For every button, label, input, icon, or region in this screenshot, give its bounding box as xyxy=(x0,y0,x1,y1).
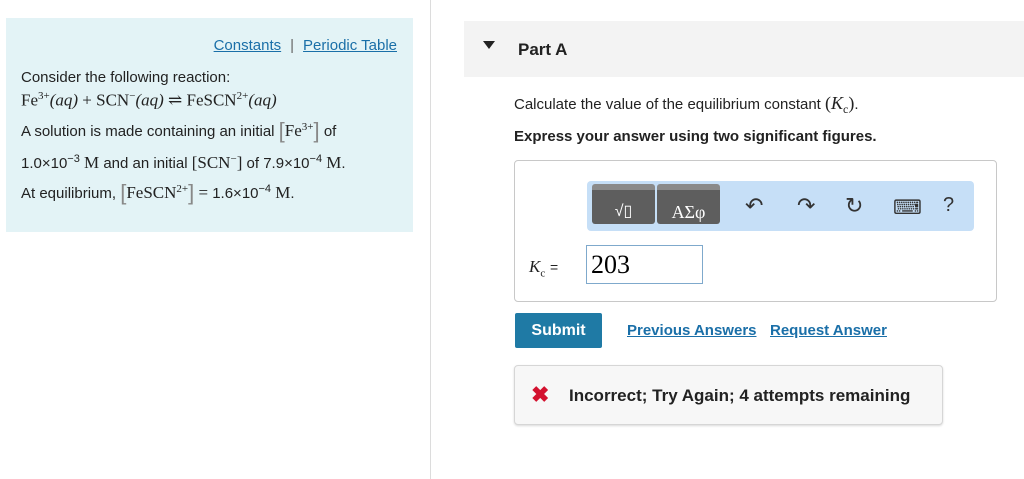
feedback-box: ✖ Incorrect; Try Again; 4 attempts remai… xyxy=(514,365,943,425)
unit-m: M xyxy=(275,183,291,202)
constants-link[interactable]: Constants xyxy=(214,37,282,54)
product-fescn: FeSCN xyxy=(186,90,237,110)
answer-box: √▯ ΑΣφ ↶ ↷ ↻ ⌨ ? Kc = xyxy=(514,160,997,302)
reactant-fe: Fe xyxy=(21,90,38,110)
bracket-close: ] xyxy=(236,153,243,172)
collapse-triangle-icon[interactable] xyxy=(483,41,495,49)
part-header[interactable]: Part A xyxy=(464,21,1024,77)
equilibrium-arrow: ⇌ xyxy=(168,90,183,110)
equals-sign: = xyxy=(198,183,209,202)
fe-species: Fe xyxy=(284,121,302,140)
greek-symbols-button[interactable]: ΑΣφ xyxy=(657,184,720,224)
fescn-species: FeSCN xyxy=(126,183,177,202)
plus-sign: + xyxy=(82,90,92,110)
fe-initial-exp: −3 xyxy=(67,153,80,165)
phase-aq: (aq) xyxy=(49,90,79,110)
incorrect-icon: ✖ xyxy=(531,382,550,407)
undo-icon[interactable]: ↶ xyxy=(745,193,763,219)
answer-input[interactable] xyxy=(586,245,703,284)
fe-charge: 3+ xyxy=(301,121,314,133)
line3-text: At equilibrium, xyxy=(21,185,117,202)
redo-icon[interactable]: ↷ xyxy=(797,193,815,219)
question-text: Calculate the value of the equilibrium c… xyxy=(514,93,859,117)
scn-species: SCN xyxy=(197,153,231,172)
bracket-close: ] xyxy=(313,118,320,143)
part-title: Part A xyxy=(518,40,568,59)
fe-initial-value: 1.0×10 xyxy=(21,155,68,172)
product-charge: 2+ xyxy=(236,90,249,102)
period: . xyxy=(290,185,295,202)
bracket-close: ] xyxy=(188,180,195,205)
kc-subscript: c xyxy=(540,267,546,280)
period: . xyxy=(341,155,346,172)
resources-links: Constants | Periodic Table xyxy=(214,37,397,54)
problem-panel: Constants | Periodic Table Consider the fo… xyxy=(6,18,413,232)
kc-symbol: K xyxy=(831,93,844,113)
problem-intro: Consider the following reaction: xyxy=(21,69,231,86)
keyboard-icon[interactable]: ⌨ xyxy=(893,195,922,220)
line1-of: of xyxy=(323,123,337,140)
templates-button[interactable]: √▯ xyxy=(592,184,655,224)
instruction-text: Express your answer using two significan… xyxy=(514,128,877,145)
unit-m: M xyxy=(84,153,100,172)
problem-line-1: A solution is made containing an initial… xyxy=(21,118,336,144)
fe-charge: 3+ xyxy=(38,90,50,102)
problem-line-3: At equilibrium, [FeSCN2+] = 1.6×10−4 M. xyxy=(21,180,295,206)
periodic-table-link[interactable]: Periodic Table xyxy=(303,37,397,54)
link-separator: | xyxy=(290,37,295,54)
scn-initial-value: 7.9×10 xyxy=(263,155,310,172)
previous-answers-link[interactable]: Previous Answers xyxy=(627,322,757,339)
line1-text: A solution is made containing an initial xyxy=(21,123,275,140)
unit-m: M xyxy=(326,153,342,172)
request-answer-link[interactable]: Request Answer xyxy=(770,322,887,339)
line2-text: and an initial xyxy=(103,155,188,172)
equals-sign: = xyxy=(549,259,559,275)
templates-icon: √▯ xyxy=(614,203,633,220)
math-toolbar: √▯ ΑΣφ ↶ ↷ ↻ ⌨ ? xyxy=(587,181,974,231)
kc-symbol: K xyxy=(529,257,541,276)
scn-initial-exp: −4 xyxy=(309,153,323,165)
phase-aq: (aq) xyxy=(135,90,164,110)
line2-of: of xyxy=(246,155,260,172)
fescn-eq-value: 1.6×10 xyxy=(212,185,259,202)
feedback-message: Incorrect; Try Again; 4 attempts remaini… xyxy=(569,386,911,405)
column-divider xyxy=(430,0,431,479)
fescn-charge: 2+ xyxy=(176,183,189,195)
phase-aq: (aq) xyxy=(248,90,277,110)
greek-symbols-label: ΑΣφ xyxy=(671,202,706,222)
reaction-equation: Fe3+(aq) + SCN−(aq) ⇌ FeSCN2+(aq) xyxy=(21,90,277,111)
period: . xyxy=(854,96,859,113)
reactant-scn: SCN xyxy=(96,90,130,110)
problem-line-2: 1.0×10−3 M and an initial [SCN−] of 7.9×… xyxy=(21,153,346,173)
fescn-eq-exp: −4 xyxy=(258,183,272,195)
answer-label: Kc = xyxy=(529,257,558,279)
submit-button[interactable]: Submit xyxy=(515,313,602,348)
reset-icon[interactable]: ↻ xyxy=(845,193,863,219)
question-body: Calculate the value of the equilibrium c… xyxy=(514,96,821,113)
help-icon[interactable]: ? xyxy=(943,194,954,217)
